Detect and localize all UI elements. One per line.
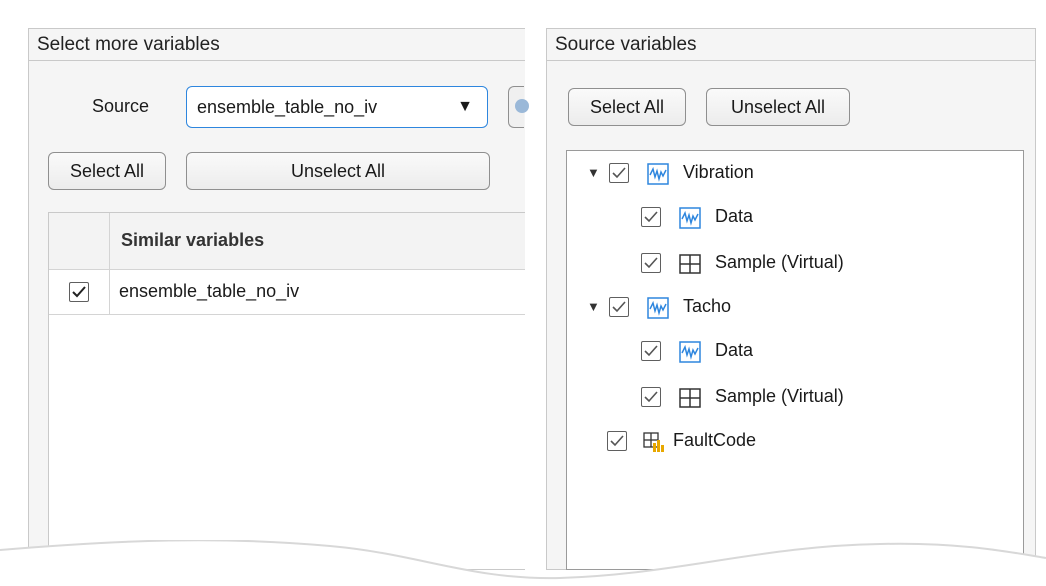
source-dropdown-value: ensemble_table_no_iv [197, 97, 378, 117]
signal-icon [679, 341, 701, 363]
tree-checkbox[interactable] [641, 341, 661, 361]
table-header: Similar variables [49, 213, 525, 270]
source-dropdown[interactable]: ensemble_table_no_iv ▼ [186, 86, 488, 128]
checkmark-icon [610, 435, 624, 447]
unselect-all-button[interactable]: Unselect All [186, 152, 490, 190]
signal-icon [679, 207, 701, 229]
source-unselect-all-button[interactable]: Unselect All [706, 88, 850, 126]
column-header-similar-variables: Similar variables [121, 230, 265, 250]
table-icon [679, 388, 701, 408]
tree-checkbox[interactable] [609, 163, 629, 183]
dropdown-arrow-icon: ▼ [457, 98, 473, 115]
panel-title: Select more variables [29, 29, 525, 61]
tree-node-label: Sample (Virtual) [715, 252, 844, 272]
table-row[interactable]: ensemble_table_no_iv [49, 270, 525, 315]
similar-variables-table: Similar variables ensemble_table_no_iv [48, 212, 525, 570]
tree-node-label: Data [715, 206, 754, 226]
expand-arrow-icon[interactable]: ▼ [587, 299, 600, 314]
signal-icon [647, 163, 669, 185]
tree-checkbox[interactable] [641, 387, 661, 407]
tree-node-label: Tacho [683, 296, 732, 316]
source-variables-tree: ▼ Vibration Data Sample (Virtual) ▼ Tach… [566, 150, 1024, 570]
row-checkbox[interactable] [69, 282, 89, 302]
tree-node-label: Data [715, 340, 754, 360]
categorical-icon [643, 432, 664, 452]
row-check-cell [49, 270, 110, 314]
checkmark-icon [612, 167, 626, 179]
row-variable-name: ensemble_table_no_iv [119, 281, 300, 301]
panel-title: Source variables [547, 29, 1035, 61]
tree-node-label: FaultCode [673, 430, 757, 450]
table-icon [679, 254, 701, 274]
signal-icon [647, 297, 669, 319]
header-check-column [49, 213, 110, 269]
checkmark-icon [644, 391, 658, 403]
refresh-button[interactable] [508, 86, 529, 128]
tree-node-label: Vibration [683, 162, 754, 182]
tree-node-label: Sample (Virtual) [715, 386, 844, 406]
checkmark-icon [612, 301, 626, 313]
tree-checkbox[interactable] [641, 253, 661, 273]
checkmark-icon [644, 257, 658, 269]
refresh-icon [515, 99, 529, 113]
torn-edge-decoration [0, 540, 1046, 586]
checkmark-icon [72, 286, 86, 298]
tree-checkbox[interactable] [641, 207, 661, 227]
expand-arrow-icon[interactable]: ▼ [587, 165, 600, 180]
tree-checkbox[interactable] [607, 431, 627, 451]
source-label: Source [92, 96, 150, 116]
checkmark-icon [644, 211, 658, 223]
checkmark-icon [644, 345, 658, 357]
source-select-all-button[interactable]: Select All [568, 88, 686, 126]
tree-checkbox[interactable] [609, 297, 629, 317]
select-all-button[interactable]: Select All [48, 152, 166, 190]
